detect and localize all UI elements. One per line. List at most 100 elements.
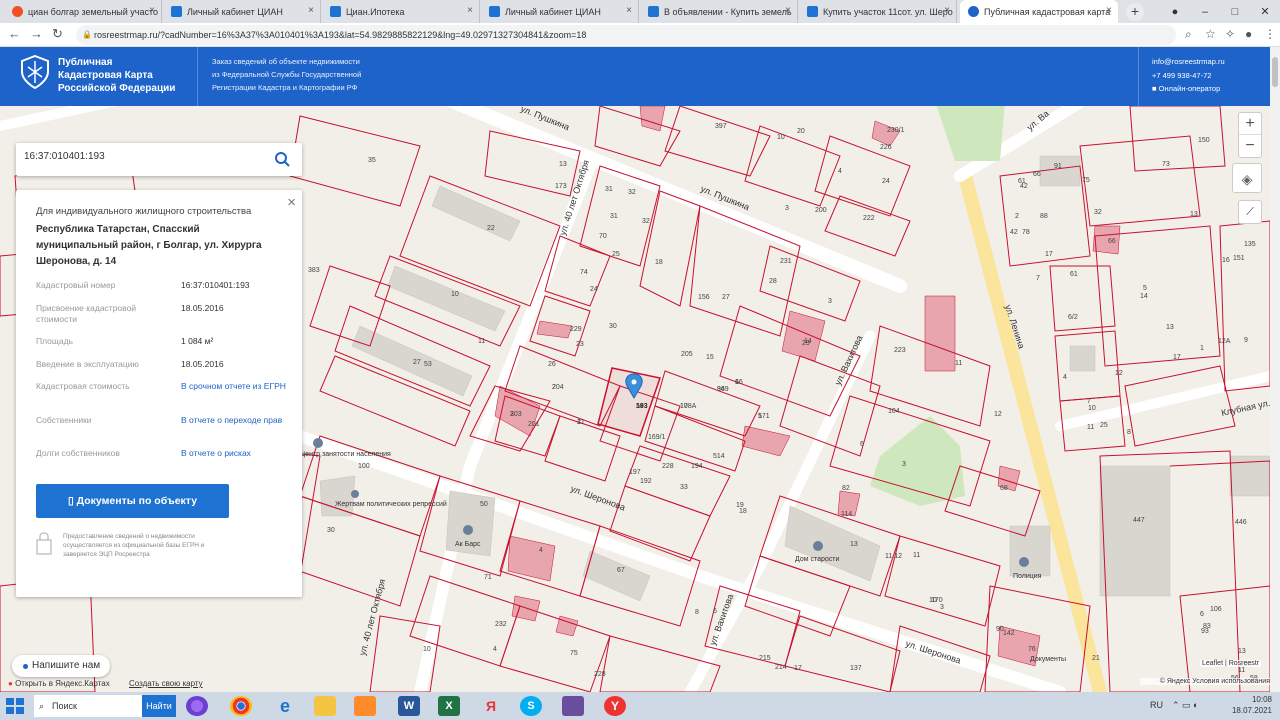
close-tab-icon[interactable]: × [626, 5, 632, 16]
yandex-attribution[interactable]: © Яндекс Условия использования [1140, 678, 1270, 685]
forward-icon[interactable]: → [30, 26, 43, 41]
contact-phone-link[interactable]: +7 499 938-47-72 [1152, 69, 1225, 83]
street-label: ул. Шеронова [569, 483, 626, 512]
browser-tab-active[interactable]: Публичная кадастровая карта × [960, 0, 1118, 23]
close-icon[interactable]: × [287, 194, 296, 211]
close-tab-icon[interactable]: × [467, 5, 473, 16]
parcel-number-label: 6 [735, 379, 739, 386]
url-field[interactable]: 🔒 rosreestrmap.ru/?cadNumber=16%3A37%3A01… [76, 25, 1176, 45]
documents-button[interactable]: ▯ Документы по объекту [36, 484, 229, 518]
cadastral-value-link[interactable]: В срочном отчете из ЕГРН [181, 381, 291, 392]
close-tab-icon[interactable]: × [1106, 5, 1112, 16]
file-explorer-icon[interactable] [314, 696, 336, 716]
tab-favicon-icon [968, 6, 979, 17]
parcel-number-label: 32 [642, 218, 650, 225]
parcel-number-label: 88 [1040, 213, 1048, 220]
cadastral-search-input[interactable] [24, 151, 264, 162]
parcel-number-label: 21 [1092, 655, 1100, 662]
parcel-number-label: 194 [691, 463, 703, 470]
browser-tab[interactable]: Личный кабинет ЦИАН × [163, 0, 321, 23]
poi-label: Дом старости [795, 556, 839, 563]
parcel-number-label: 10 [451, 291, 459, 298]
media-player-icon[interactable] [354, 696, 376, 716]
close-tab-icon[interactable]: × [308, 5, 314, 16]
profile-icon[interactable]: ● [1160, 6, 1190, 18]
site-title[interactable]: Публичная Кадастровая Карта Российской Ф… [58, 56, 175, 95]
parcel-number-label: 4 [493, 646, 497, 653]
clock[interactable]: 10:08 18.07.2021 [1232, 694, 1272, 716]
alice-icon[interactable] [186, 696, 208, 716]
parcel-number-label: 11.12 [885, 553, 902, 560]
create-map-link[interactable]: Создать свою карту [129, 676, 203, 692]
parcel-number-label: 231 [780, 258, 792, 265]
owners-link[interactable]: В отчете о переходе прав [181, 415, 291, 426]
internet-explorer-icon[interactable]: e [274, 696, 296, 716]
chrome-icon[interactable] [230, 696, 252, 716]
parcel-number-label: 9 [1244, 337, 1248, 344]
parcel-number-label: 66 [1108, 238, 1116, 245]
contact-email-link[interactable]: info@rosreestrmap.ru [1152, 55, 1225, 69]
windows-start-icon[interactable] [4, 696, 26, 716]
tab-favicon-icon [807, 6, 818, 17]
clock-date: 18.07.2021 [1231, 706, 1272, 715]
close-tab-icon[interactable]: × [944, 5, 950, 16]
parcel-number-label: 17 [794, 665, 802, 672]
search-icon[interactable] [274, 151, 290, 167]
poi-label: Центр занятости населения [300, 451, 391, 458]
profile-avatar-icon[interactable]: ● [1245, 27, 1252, 41]
reload-icon[interactable]: ↻ [52, 26, 63, 42]
leaflet-attribution[interactable]: Leaflet | Rosreestr [1200, 660, 1262, 667]
browser-tab[interactable]: Купить участок 11сот. ул. Шеро × [799, 0, 957, 23]
minimize-icon[interactable]: – [1190, 6, 1220, 18]
browser-tab[interactable]: Циан.Ипотека × [322, 0, 480, 23]
new-tab-button[interactable]: + [1126, 3, 1144, 21]
close-tab-icon[interactable]: × [149, 5, 155, 16]
parcel-number-label: 230/1 [887, 127, 905, 134]
header-divider [1138, 47, 1139, 106]
parcel-number-label: 222 [863, 215, 875, 222]
taskbar-search-button[interactable]: Найти [142, 695, 176, 717]
browser-tab[interactable]: В объявлении - Купить земель × [640, 0, 798, 23]
online-operator-link[interactable]: ■ Онлайн-оператор [1152, 82, 1225, 96]
parcel-number-label: 100 [358, 463, 370, 470]
parcel-number-label: 949 [717, 386, 729, 393]
yandex-browser-icon[interactable]: Я [480, 696, 502, 716]
scrollbar-thumb[interactable] [1272, 57, 1278, 87]
taskbar-search-input[interactable]: ⌕ Поиск [34, 695, 142, 717]
header-description: Заказ сведений об объекте недвижимости и… [212, 55, 361, 94]
open-in-yandex-link[interactable]: ● Открыть в Яндекс.Картах [8, 676, 110, 692]
zoom-out-button[interactable]: − [1239, 135, 1261, 157]
zoom-in-button[interactable]: + [1239, 113, 1261, 135]
layers-icon[interactable]: ◈ [1232, 163, 1262, 193]
maximize-icon[interactable]: □ [1220, 6, 1250, 18]
browser-tab[interactable]: циан болгар земельный участо × [4, 0, 162, 23]
word-icon[interactable]: W [398, 696, 420, 716]
logo-icon[interactable] [20, 55, 50, 89]
excel-icon[interactable]: X [438, 696, 460, 716]
parcel-number-label: 17 [1173, 354, 1181, 361]
parcel-number-label: 16 [1222, 257, 1230, 264]
zoom-icon[interactable]: ⌕ [1185, 27, 1192, 42]
close-window-icon[interactable]: ✕ [1250, 5, 1280, 18]
ruler-icon[interactable]: ⟋ [1238, 200, 1262, 224]
menu-icon[interactable]: ⋮ [1264, 27, 1276, 41]
chat-button[interactable]: Напишите нам [12, 655, 110, 677]
parcel-number-label: 67 [617, 567, 625, 574]
yandex-icon[interactable]: Y [604, 696, 626, 716]
parcel-number-label: 6/2 [1068, 314, 1078, 321]
parcel-number-label: 20 [797, 128, 805, 135]
debts-link[interactable]: В отчете о рисках [181, 448, 291, 459]
extensions-icon[interactable]: ✧ [1225, 27, 1235, 41]
browser-tab[interactable]: Личный кабинет ЦИАН × [481, 0, 639, 23]
language-indicator[interactable]: RU [1150, 700, 1163, 710]
parcel-number-label: 7 [1036, 275, 1040, 282]
info-value-area: 1 084 м² [181, 336, 214, 346]
close-tab-icon[interactable]: × [785, 5, 791, 16]
skype-icon[interactable]: S [520, 696, 542, 716]
tray-icons[interactable]: ⌃ ▭ ◐ [1172, 700, 1198, 711]
bookmark-star-icon[interactable]: ☆ [1205, 27, 1216, 41]
tab-title: циан болгар земельный участо [28, 6, 159, 17]
page-scrollbar[interactable] [1270, 47, 1280, 692]
back-icon[interactable]: ← [8, 26, 21, 41]
app-icon[interactable] [562, 696, 584, 716]
